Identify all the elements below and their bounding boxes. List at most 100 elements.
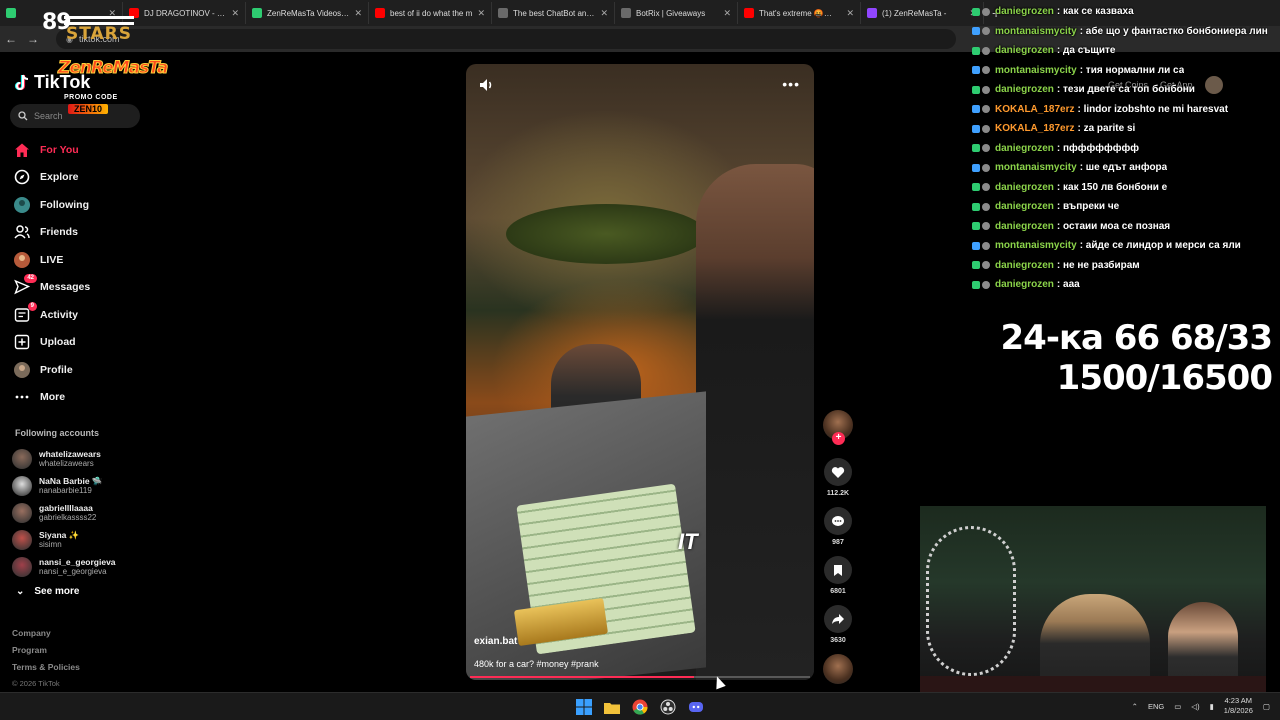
following-account[interactable]: Siyana ✨ sisimn [12, 526, 152, 553]
chat-username[interactable]: KOKALA_187erz [995, 123, 1074, 134]
network-icon[interactable]: ▭ [1174, 702, 1181, 711]
bookmark-icon [834, 564, 842, 576]
chat-username[interactable]: KOKALA_187erz [995, 104, 1074, 115]
volume-tray-icon[interactable]: ◁) [1191, 702, 1199, 711]
share-count: 3630 [830, 637, 846, 644]
nav-item-explore[interactable]: Explore [12, 164, 152, 192]
promo-label: PROMO CODE [64, 94, 118, 101]
footer-links: Company Program Terms & Policies © 2026 … [12, 628, 80, 696]
footer-link-company[interactable]: Company [12, 628, 80, 645]
chat-text: : въпреки че [1056, 201, 1120, 213]
nav-item-profile[interactable]: Profile [12, 356, 152, 384]
battery-icon[interactable]: ▮ [1210, 702, 1214, 711]
following-account[interactable]: nansi_e_georgieva nansi_e_georgieva [12, 553, 152, 580]
nav-item-upload[interactable]: Upload [12, 329, 152, 357]
chat-username[interactable]: daniegrozen [995, 182, 1054, 193]
notification-icon[interactable]: ▢ [1263, 702, 1270, 711]
nav-item-friends[interactable]: Friends [12, 219, 152, 247]
video-progress-bar[interactable] [470, 676, 810, 678]
chat-username[interactable]: daniegrozen [995, 201, 1054, 212]
nav-item-more[interactable]: More [12, 384, 152, 412]
volume-icon[interactable] [478, 76, 496, 94]
chat-username[interactable]: daniegrozen [995, 6, 1054, 17]
chat-text: : za parite si [1077, 123, 1136, 135]
chat-username[interactable]: montanaismycity [995, 240, 1077, 251]
browser-tab[interactable]: The best ChatBot and W ✕ [492, 2, 615, 24]
tab-close-icon[interactable]: ✕ [600, 8, 608, 19]
chat-username[interactable]: daniegrozen [995, 84, 1054, 95]
following-account[interactable]: gabriellllaaaa gabrielkassss22 [12, 499, 152, 526]
tray-chevron-up-icon[interactable]: ⌃ [1132, 702, 1138, 711]
like-button[interactable]: 112.2K [822, 458, 854, 497]
chat-username[interactable]: montanaismycity [995, 162, 1077, 173]
tab-close-icon[interactable]: ✕ [846, 8, 854, 19]
sound-avatar-button[interactable] [822, 654, 854, 684]
save-button[interactable]: 6801 [822, 556, 854, 595]
chat-username[interactable]: daniegrozen [995, 279, 1054, 290]
following-account[interactable]: NaNa Barbie 🛸 nanabarbie119 [12, 472, 152, 499]
share-icon [832, 614, 844, 624]
browser-tab[interactable]: DJ DRAGOTINOV - NOV ✕ [123, 2, 246, 24]
chat-username[interactable]: daniegrozen [995, 260, 1054, 271]
avatar [12, 502, 32, 523]
chrome-icon[interactable] [630, 697, 650, 717]
messages-icon: 42 [12, 274, 37, 297]
system-tray: ⌃ ENG ▭ ◁) ▮ 4:23 AM 1/8/2026 ▢ [1132, 696, 1270, 716]
tab-close-icon[interactable]: ✕ [477, 8, 485, 19]
chat-badge-icon [982, 202, 990, 211]
back-arrow-icon[interactable]: ← [0, 32, 22, 46]
tab-close-icon[interactable]: ✕ [231, 8, 239, 19]
creator-avatar-button[interactable]: + [822, 410, 854, 445]
chat-username[interactable]: daniegrozen [995, 143, 1054, 154]
browser-tab[interactable]: (1) ZenReMasTa - ✕ [861, 2, 984, 24]
nav-item-messages[interactable]: 42 Messages [12, 274, 152, 302]
see-more-label: See more [34, 586, 80, 597]
goal-line-2: 1500/16500 [1056, 358, 1273, 398]
discord-icon[interactable] [686, 697, 706, 717]
browser-tab[interactable]: BotRix | Giveaways ✕ [615, 2, 738, 24]
chat-badge-icon [982, 280, 990, 289]
tab-close-icon[interactable]: ✕ [723, 8, 731, 19]
chat-badge-icon [972, 7, 980, 16]
chat-text: : ше едът анфора [1079, 162, 1168, 174]
nav-item-for-you[interactable]: For You [12, 136, 152, 164]
browser-tab[interactable]: best of ii do what the m ✕ [369, 2, 492, 24]
obs-icon[interactable] [658, 697, 678, 717]
more-options-icon[interactable]: ••• [782, 76, 800, 92]
windows-start-icon[interactable] [574, 697, 594, 717]
home-icon [12, 140, 32, 160]
chat-username[interactable]: montanaismycity [995, 26, 1077, 37]
stream-goal-text: 24-ка 66 68/33 1500/16500 [1001, 318, 1273, 398]
nav-item-following[interactable]: Following [12, 191, 152, 219]
chat-message: daniegrozen: ааа [972, 275, 1280, 295]
clock[interactable]: 4:23 AM 1/8/2026 [1224, 696, 1253, 716]
footer-link-terms[interactable]: Terms & Policies [12, 662, 80, 679]
zenremasta-logo: ZenReMasTa PROMO CODE ZEN10 [57, 58, 169, 122]
tab-favicon-icon [867, 8, 877, 18]
follow-plus-icon[interactable]: + [832, 432, 845, 445]
file-explorer-icon[interactable] [602, 697, 622, 717]
nav-item-live[interactable]: LIVE [12, 246, 152, 274]
nav-item-activity[interactable]: 9 Activity [12, 301, 152, 329]
tab-close-icon[interactable]: ✕ [354, 8, 362, 19]
notification-badge: 9 [27, 301, 37, 311]
comment-button[interactable]: 987 [822, 507, 854, 546]
share-button[interactable]: 3630 [822, 605, 854, 644]
chat-username[interactable]: daniegrozen [995, 221, 1054, 232]
chat-username[interactable]: montanaismycity [995, 65, 1077, 76]
clock-time: 4:23 AM [1224, 696, 1253, 705]
account-name: Siyana ✨ [39, 529, 80, 540]
video-player[interactable]: IT ••• exian.bat 480k for a car? #money … [466, 64, 814, 680]
browser-tab[interactable]: ZenReMasTa Videos - W ✕ [246, 2, 369, 24]
search-icon [18, 111, 28, 121]
chat-badge-icon [972, 183, 980, 192]
chat-username[interactable]: daniegrozen [995, 45, 1054, 56]
language-indicator[interactable]: ENG [1148, 702, 1164, 711]
footer-link-program[interactable]: Program [12, 645, 80, 662]
see-more-button[interactable]: ⌄ See more [16, 586, 79, 597]
url-field[interactable]: ◉ tiktok.com [56, 29, 956, 49]
browser-tab[interactable]: That's extreme 🤬🤬 Ti ✕ [738, 2, 861, 24]
video-author[interactable]: exian.bat [474, 636, 517, 647]
following-account[interactable]: whatelizawears whatelizawears [12, 445, 152, 472]
tab-title: ZenReMasTa Videos - W [267, 8, 350, 18]
